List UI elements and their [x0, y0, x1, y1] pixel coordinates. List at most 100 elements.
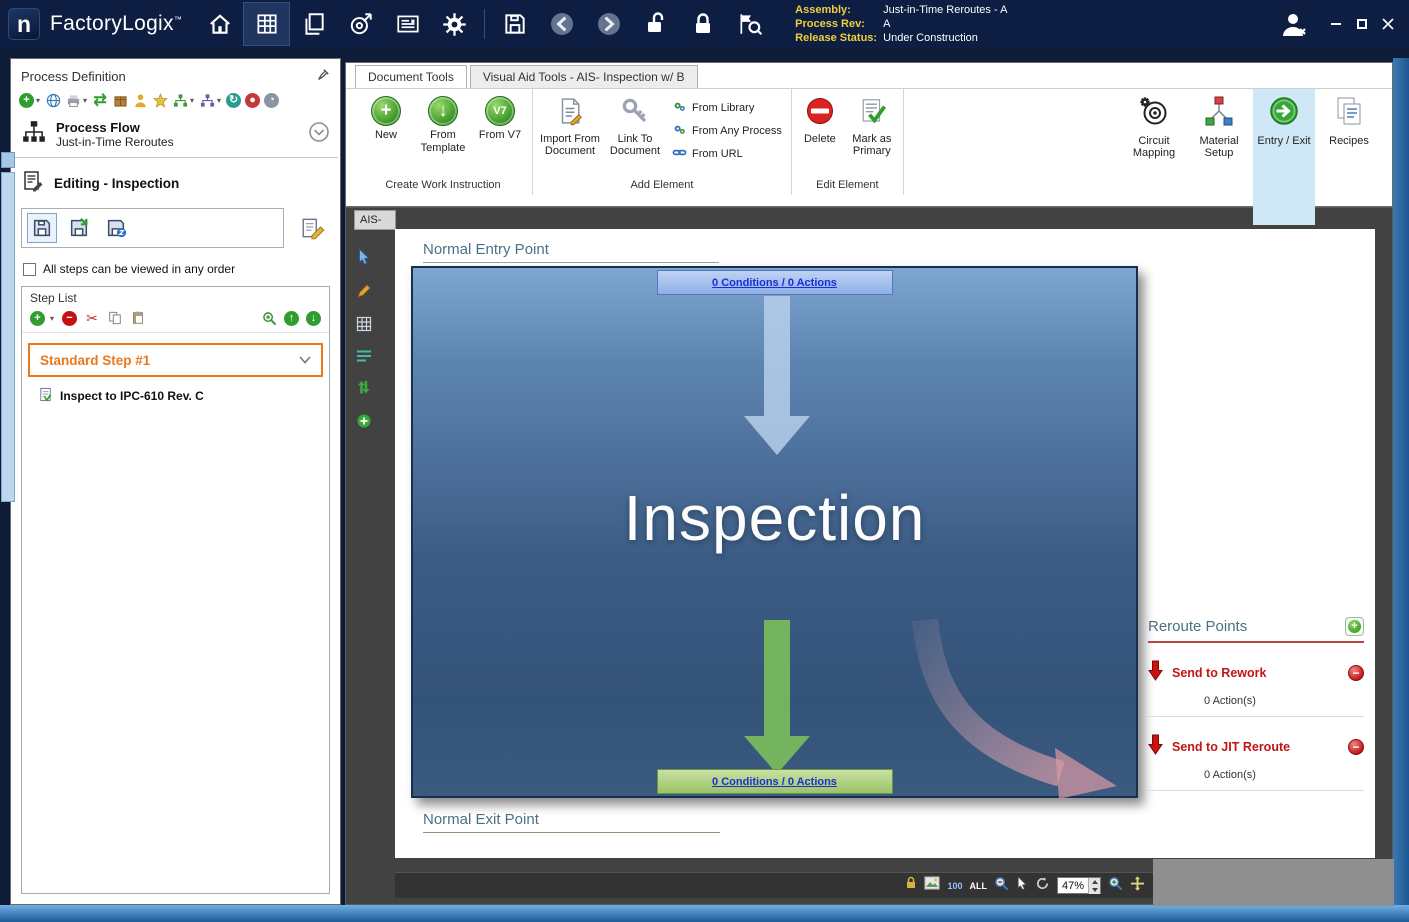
history-icon[interactable]: ◔ — [264, 93, 279, 108]
news-icon[interactable] — [384, 2, 431, 46]
star-user-icon[interactable] — [152, 92, 168, 108]
swap-tool-icon[interactable] — [356, 380, 372, 401]
save-icon[interactable] — [491, 2, 538, 46]
reroute-actions[interactable]: 0 Action(s) — [1204, 769, 1364, 781]
documents-icon[interactable] — [290, 2, 337, 46]
vertical-scrollbar[interactable] — [1393, 58, 1409, 905]
reroute-item[interactable]: Send to JIT Reroute − — [1148, 734, 1364, 760]
edit-tool-icon[interactable] — [356, 283, 372, 304]
anchor-tool-icon[interactable] — [356, 413, 372, 434]
recipes-button[interactable]: Recipes — [1318, 89, 1380, 190]
record-icon[interactable]: ● — [245, 93, 260, 108]
home-icon[interactable] — [196, 2, 243, 46]
lock-icon[interactable] — [679, 2, 726, 46]
refresh-icon[interactable]: ↻ — [226, 93, 241, 108]
document-tab[interactable]: AIS- — [354, 210, 396, 230]
save-document-button[interactable] — [27, 213, 57, 243]
close-button[interactable] — [1376, 10, 1400, 38]
cursor-icon[interactable] — [1016, 876, 1028, 896]
paste-icon[interactable] — [130, 310, 146, 326]
sync-icon[interactable]: ⇄ — [92, 92, 108, 108]
forward-icon[interactable] — [585, 2, 632, 46]
print-caret-icon[interactable]: ▾ — [83, 96, 87, 105]
tab-visual-aid-tools[interactable]: Visual Aid Tools - AIS- Inspection w/ B — [470, 65, 698, 88]
step-child-item[interactable]: Inspect to IPC-610 Rev. C — [22, 379, 329, 409]
user-logoff-icon[interactable] — [1279, 10, 1309, 38]
entry-exit-button[interactable]: Entry / Exit — [1253, 89, 1315, 190]
maximize-button[interactable] — [1350, 10, 1374, 38]
cut-icon[interactable]: ✂ — [84, 310, 100, 326]
vertical-scrollbar-thumb[interactable] — [1, 172, 15, 502]
all-label[interactable]: ALL — [969, 881, 987, 891]
add-reroute-button[interactable]: + — [1345, 617, 1364, 636]
add-process-icon[interactable]: + — [19, 93, 34, 108]
zoom-value[interactable]: 47% — [1058, 880, 1088, 892]
process-tree-icon[interactable] — [199, 92, 215, 108]
zoom-spinner[interactable] — [1088, 878, 1100, 894]
find-step-icon[interactable] — [261, 310, 277, 326]
snapshot-icon[interactable] — [924, 876, 940, 895]
from-url-button[interactable]: From URL — [672, 145, 782, 163]
unlock-icon[interactable] — [632, 2, 679, 46]
inspection-step-box[interactable]: 0 Conditions / 0 Actions Inspection 0 Co… — [411, 266, 1138, 798]
save-import-button[interactable] — [64, 213, 94, 243]
move-step-down-icon[interactable]: ↓ — [306, 311, 321, 326]
process-flow-row[interactable]: Process Flow Just-in-Time Reroutes — [11, 114, 340, 157]
remove-reroute-button[interactable]: − — [1348, 665, 1364, 681]
from-template-button[interactable]: ↓ From Template — [416, 91, 470, 154]
flow-branch-icon[interactable] — [172, 92, 188, 108]
scrollbar-button[interactable] — [1, 152, 15, 168]
select-tool-icon[interactable] — [356, 248, 372, 271]
order-checkbox[interactable] — [23, 263, 36, 276]
rotate-icon[interactable] — [1035, 876, 1050, 896]
circuit-mapping-button[interactable]: Circuit Mapping — [1123, 89, 1185, 190]
mark-as-primary-button[interactable]: Mark as Primary — [846, 91, 898, 158]
remove-reroute-button[interactable]: − — [1348, 739, 1364, 755]
work-instructions-icon[interactable] — [243, 2, 290, 46]
exit-conditions-link[interactable]: 0 Conditions / 0 Actions — [712, 776, 837, 788]
material-setup-button[interactable]: Material Setup — [1188, 89, 1250, 190]
process-tree-caret-icon[interactable]: ▾ — [217, 96, 221, 105]
zoom-in-icon[interactable] — [1108, 876, 1123, 896]
entry-conditions-bar[interactable]: 0 Conditions / 0 Actions — [657, 270, 893, 295]
reroute-item[interactable]: Send to Rework − — [1148, 660, 1364, 686]
zoom-out-icon[interactable] — [994, 876, 1009, 896]
layers-tool-icon[interactable] — [356, 349, 372, 368]
import-from-document-button[interactable]: Import From Document — [538, 91, 602, 158]
delete-button[interactable]: Delete — [797, 91, 843, 145]
copy-icon[interactable] — [107, 310, 123, 326]
target-icon[interactable] — [337, 2, 384, 46]
pan-icon[interactable] — [1130, 876, 1145, 896]
from-any-process-button[interactable]: From Any Process — [672, 122, 782, 140]
add-step-icon[interactable]: + — [30, 311, 45, 326]
exit-conditions-bar[interactable]: 0 Conditions / 0 Actions — [657, 769, 893, 794]
chevron-down-icon[interactable] — [299, 356, 311, 364]
save-version-button[interactable] — [101, 213, 131, 243]
from-library-button[interactable]: From Library — [672, 99, 782, 117]
audit-icon[interactable] — [726, 2, 773, 46]
expand-down-icon[interactable] — [308, 121, 330, 148]
horizontal-scrollbar[interactable] — [0, 905, 1409, 922]
tab-document-tools[interactable]: Document Tools — [355, 65, 467, 88]
entry-conditions-link[interactable]: 0 Conditions / 0 Actions — [712, 277, 837, 289]
zoom-level-input[interactable]: 47% — [1057, 877, 1101, 894]
lock-status-icon[interactable] — [905, 876, 917, 895]
package-icon[interactable] — [112, 92, 128, 108]
back-icon[interactable] — [538, 2, 585, 46]
gear-icon[interactable] — [431, 2, 478, 46]
flow-branch-caret-icon[interactable]: ▾ — [190, 96, 194, 105]
minimize-button[interactable] — [1324, 10, 1348, 38]
move-step-up-icon[interactable]: ↑ — [284, 311, 299, 326]
edit-document-button[interactable] — [296, 211, 330, 245]
remove-step-icon[interactable]: − — [62, 311, 77, 326]
grid-tool-icon[interactable] — [356, 316, 372, 337]
user-icon[interactable] — [132, 92, 148, 108]
pin-icon[interactable] — [316, 68, 330, 85]
new-button[interactable]: + New — [359, 91, 413, 142]
add-step-caret-icon[interactable]: ▾ — [50, 314, 54, 323]
link-to-document-button[interactable]: Link To Document — [605, 91, 665, 158]
reroute-actions[interactable]: 0 Action(s) — [1204, 695, 1364, 707]
add-process-caret-icon[interactable]: ▾ — [36, 96, 40, 105]
publish-icon[interactable] — [45, 92, 61, 108]
from-v7-button[interactable]: V7 From V7 — [473, 91, 527, 142]
